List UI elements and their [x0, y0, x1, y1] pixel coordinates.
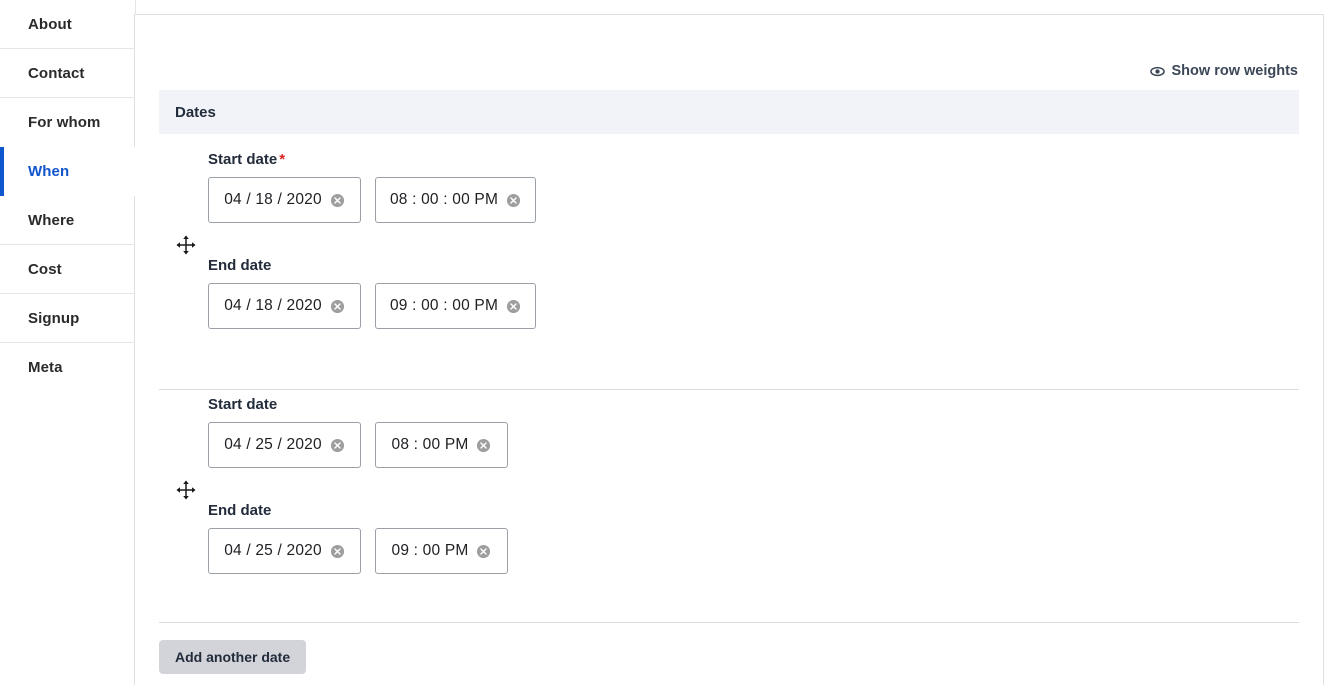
sidebar-item-cost[interactable]: Cost: [0, 245, 136, 294]
inputs-row: 04 / 25 / 2020 09 : 00 PM: [208, 528, 508, 574]
sidebar-item-label: Cost: [28, 260, 62, 278]
date-value: 04 / 25 / 2020: [224, 436, 322, 453]
sidebar-item-contact[interactable]: Contact: [0, 49, 136, 98]
bottom-divider: [159, 622, 1299, 623]
clear-circle-icon[interactable]: [476, 544, 491, 559]
clear-circle-icon[interactable]: [330, 438, 345, 453]
start-date-field-block: Start date * 04 / 18 / 2020 08 : 00 : 00 PM: [208, 151, 536, 223]
start-time-input[interactable]: 08 : 00 : 00 PM: [375, 177, 536, 223]
when-content-panel: Show row weights Dates Start date * 04 / 1…: [134, 14, 1324, 685]
end-date-label: End date: [208, 257, 536, 274]
end-time-input[interactable]: 09 : 00 PM: [375, 528, 508, 574]
start-date-label: Start date *: [208, 151, 536, 168]
clear-circle-icon[interactable]: [476, 438, 491, 453]
end-date-field-block: End date 04 / 25 / 2020 09 : 00 PM: [208, 502, 508, 574]
date-value: 04 / 18 / 2020: [224, 191, 322, 208]
required-marker: *: [279, 151, 286, 168]
sidebar-item-label: Contact: [28, 64, 85, 82]
time-value: 08 : 00 : 00 PM: [389, 191, 499, 208]
time-value: 09 : 00 PM: [391, 542, 469, 559]
start-time-input[interactable]: 08 : 00 PM: [375, 422, 508, 468]
clear-circle-icon[interactable]: [330, 299, 345, 314]
date-value: 04 / 18 / 2020: [224, 297, 322, 314]
end-date-input[interactable]: 04 / 18 / 2020: [208, 283, 361, 329]
label-text: End date: [208, 502, 272, 519]
clear-circle-icon[interactable]: [506, 299, 521, 314]
start-date-field-block: Start date 04 / 25 / 2020 08 : 00 PM: [208, 396, 508, 468]
section-title: Dates: [175, 103, 216, 121]
sidebar-item-about[interactable]: About: [0, 0, 136, 49]
eye-icon: [1149, 64, 1165, 79]
sidebar-item-label: For whom: [28, 114, 101, 131]
date-value: 04 / 25 / 2020: [224, 542, 322, 559]
sidebar-item-where[interactable]: Where: [0, 196, 136, 245]
sidebar-item-label: Signup: [28, 309, 80, 327]
sidebar-item-label: About: [28, 15, 72, 33]
start-date-label: Start date: [208, 396, 508, 413]
end-date-label: End date: [208, 502, 508, 519]
sidebar-item-signup[interactable]: Signup: [0, 294, 136, 343]
end-time-input[interactable]: 09 : 00 : 00 PM: [375, 283, 536, 329]
sidebar-item-label: When: [28, 163, 70, 180]
inputs-row: 04 / 25 / 2020 08 : 00 PM: [208, 422, 508, 468]
clear-circle-icon[interactable]: [506, 193, 521, 208]
start-date-input[interactable]: 04 / 18 / 2020: [208, 177, 361, 223]
sidebar-item-label: Where: [28, 211, 75, 229]
clear-circle-icon[interactable]: [330, 544, 345, 559]
end-date-field-block: End date 04 / 18 / 2020 09 : 00 : 00 PM: [208, 257, 536, 329]
time-value: 08 : 00 PM: [391, 436, 469, 453]
sidebar-item-for-whom[interactable]: For whom: [0, 98, 136, 147]
label-text: Start date: [208, 396, 278, 413]
end-date-input[interactable]: 04 / 25 / 2020: [208, 528, 361, 574]
sidebar-item-label: Meta: [28, 359, 63, 376]
dates-section-header: Dates: [159, 90, 1299, 134]
show-row-weights-label: Show row weights: [1171, 63, 1298, 79]
move-handle-icon[interactable]: [175, 479, 197, 501]
label-text: Start date: [208, 151, 278, 168]
label-text: End date: [208, 257, 272, 274]
add-another-date-button[interactable]: Add another date: [159, 640, 307, 674]
group-divider: [159, 389, 1299, 390]
clear-circle-icon[interactable]: [330, 193, 345, 208]
vertical-tabs-sidebar: About Contact For whom When Where Cost Signup M…: [0, 0, 136, 685]
time-value: 09 : 00 : 00 PM: [389, 297, 499, 314]
move-handle-icon[interactable]: [175, 234, 197, 256]
show-row-weights-link[interactable]: Show row weights: [1149, 63, 1298, 79]
sidebar-item-meta[interactable]: Meta: [0, 343, 136, 392]
inputs-row: 04 / 18 / 2020 09 : 00 : 00 PM: [208, 283, 536, 329]
start-date-input[interactable]: 04 / 25 / 2020: [208, 422, 361, 468]
inputs-row: 04 / 18 / 2020 08 : 00 : 00 PM: [208, 177, 536, 223]
sidebar-item-when[interactable]: When: [0, 147, 136, 196]
page-root: About Contact For whom When Where Cost Signup M…: [0, 0, 1339, 685]
